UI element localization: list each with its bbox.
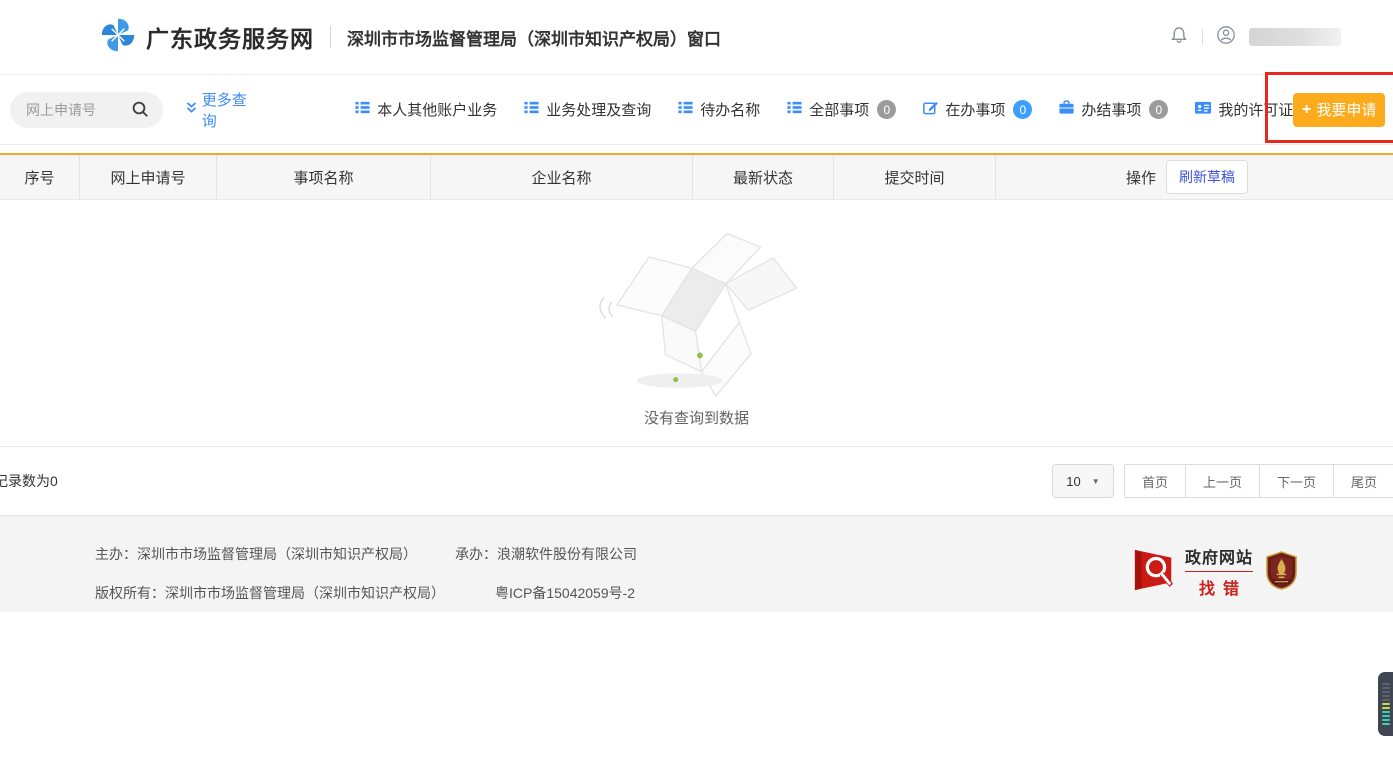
search-icon[interactable] xyxy=(131,100,150,124)
bell-icon[interactable] xyxy=(1169,25,1189,50)
widget-stripe xyxy=(1382,707,1390,709)
pager-controls: 10 ▼ 首页 上一页 下一页 尾页 xyxy=(1052,464,1393,498)
list-icon xyxy=(354,99,371,120)
nav-item-my-licenses[interactable]: 我的许可证 xyxy=(1194,99,1293,120)
footer-host-text: 主办：深圳市市场监督管理局（深圳市知识产权局） xyxy=(95,544,455,564)
empty-state-text: 没有查询到数据 xyxy=(644,407,749,428)
header-divider xyxy=(330,26,331,48)
prev-page-button[interactable]: 上一页 xyxy=(1186,464,1260,498)
apply-button[interactable]: + 我要申请 xyxy=(1293,93,1385,127)
nav-item-other-account[interactable]: 本人其他账户业务 xyxy=(354,99,497,120)
footer-copyright-text: 版权所有：深圳市市场监督管理局（深圳市知识产权局） xyxy=(95,583,495,603)
widget-stripe xyxy=(1382,683,1390,685)
footer-badges: 政府网站 找错 xyxy=(1133,544,1298,599)
pager-button-group: 首页 上一页 下一页 尾页 xyxy=(1124,464,1393,498)
table-header-row: 序号 网上申请号 事项名称 企业名称 最新状态 提交时间 操作 刷新草稿 xyxy=(0,153,1393,200)
more-query-link[interactable]: 更多查询 xyxy=(185,89,259,131)
list-icon xyxy=(523,99,540,120)
column-header-operation: 操作 刷新草稿 xyxy=(995,155,1393,199)
nav-table-gap xyxy=(0,145,1393,153)
search-box xyxy=(10,92,163,128)
widget-stripe xyxy=(1382,723,1390,725)
first-page-button[interactable]: 首页 xyxy=(1124,464,1186,498)
nav-item-all-items[interactable]: 全部事项 0 xyxy=(786,99,896,120)
column-header-submit-time: 提交时间 xyxy=(833,155,995,199)
header-right xyxy=(1169,25,1341,50)
page-title: 深圳市市场监督管理局（深圳市知识产权局）窗口 xyxy=(347,25,721,50)
widget-stripe xyxy=(1382,699,1390,701)
find-error-text: 政府网站 找错 xyxy=(1185,544,1253,599)
username-redacted[interactable] xyxy=(1249,28,1341,46)
brand-logo-icon xyxy=(100,17,136,58)
idcard-icon xyxy=(1194,99,1212,120)
empty-state: 没有查询到数据 xyxy=(0,200,1393,447)
toolbar: 更多查询 本人其他账户业务 业务处理及查询 xyxy=(0,75,1393,145)
find-error-divider xyxy=(1185,571,1253,572)
column-header-item-name: 事项名称 xyxy=(216,155,430,199)
briefcase-icon xyxy=(1058,99,1075,120)
widget-stripe xyxy=(1382,687,1390,689)
nav-item-business-query[interactable]: 业务处理及查询 xyxy=(523,99,651,120)
double-chevron-down-icon xyxy=(185,101,198,119)
all-items-count-badge: 0 xyxy=(877,100,896,119)
completed-count-badge: 0 xyxy=(1149,100,1168,119)
brand-name: 广东政务服务网 xyxy=(146,20,314,54)
nav-item-in-progress[interactable]: 在办事项 0 xyxy=(922,99,1032,120)
nav-items: 本人其他账户业务 业务处理及查询 待办名称 xyxy=(354,99,1293,120)
column-header-latest-status: 最新状态 xyxy=(692,155,833,199)
next-page-button[interactable]: 下一页 xyxy=(1260,464,1334,498)
footer: 主办：深圳市市场监督管理局（深圳市知识产权局） 承办：浪潮软件股份有限公司 版权… xyxy=(0,515,1393,612)
plus-icon: + xyxy=(1302,102,1311,118)
operation-label: 操作 xyxy=(1126,167,1156,188)
edit-icon xyxy=(922,99,939,120)
find-error-flag-icon xyxy=(1133,547,1177,596)
find-error-badge[interactable]: 政府网站 找错 xyxy=(1133,544,1253,599)
column-header-application-no: 网上申请号 xyxy=(79,155,216,199)
security-shield-icon[interactable] xyxy=(1265,551,1298,593)
caret-down-icon: ▼ xyxy=(1092,477,1100,486)
page-size-select[interactable]: 10 ▼ xyxy=(1052,464,1114,498)
list-icon xyxy=(677,99,694,120)
widget-stripe xyxy=(1382,715,1390,717)
header: 广东政务服务网 深圳市市场监督管理局（深圳市知识产权局）窗口 xyxy=(0,0,1393,75)
last-page-button[interactable]: 尾页 xyxy=(1334,464,1393,498)
widget-stripe xyxy=(1382,719,1390,721)
empty-box-illustration xyxy=(590,208,804,405)
header-right-divider xyxy=(1202,29,1203,45)
column-header-index: 序号 xyxy=(0,155,79,199)
record-count-text: 记录数为0 xyxy=(0,471,58,491)
list-icon xyxy=(786,99,803,120)
user-icon[interactable] xyxy=(1216,25,1236,50)
widget-stripe xyxy=(1382,691,1390,693)
widget-stripe xyxy=(1382,695,1390,697)
refresh-draft-button[interactable]: 刷新草稿 xyxy=(1166,160,1248,194)
pagination-bar: 记录数为0 10 ▼ 首页 上一页 下一页 尾页 xyxy=(0,447,1393,515)
footer-organizer-text: 承办：浪潮软件股份有限公司 xyxy=(455,544,637,564)
column-header-company-name: 企业名称 xyxy=(430,155,692,199)
nav-item-completed[interactable]: 办结事项 0 xyxy=(1058,99,1168,120)
footer-icp-text: 粤ICP备15042059号-2 xyxy=(495,583,635,603)
widget-stripe xyxy=(1382,711,1390,713)
brand[interactable]: 广东政务服务网 xyxy=(100,17,314,58)
widget-stripe xyxy=(1382,703,1390,705)
browser-extension-widget[interactable] xyxy=(1378,672,1393,736)
nav-item-todo-name[interactable]: 待办名称 xyxy=(677,99,760,120)
in-progress-count-badge: 0 xyxy=(1013,100,1032,119)
